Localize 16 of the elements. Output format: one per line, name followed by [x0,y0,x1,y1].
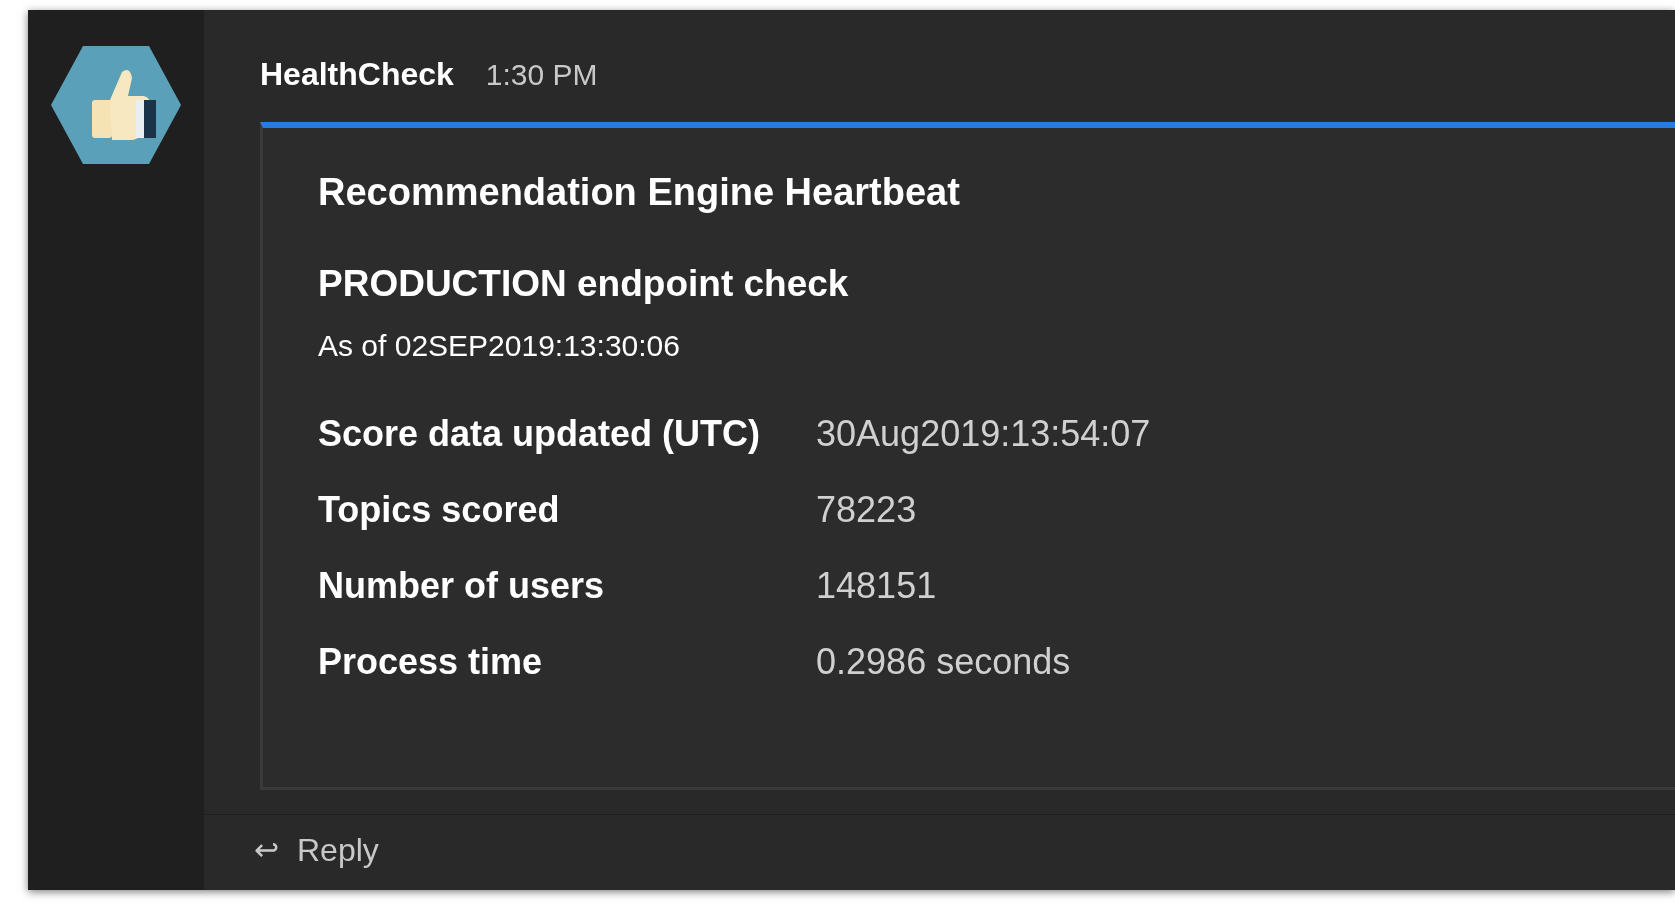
fact-value: 0.2986 seconds [816,642,1072,682]
fact-value: 78223 [816,490,918,530]
fact-value: 148151 [816,566,938,606]
sender-name: HealthCheck [260,55,454,94]
fact-label: Process time [318,642,544,682]
fact-label: Topics scored [318,490,561,530]
thumbs-up-avatar-icon [50,44,182,166]
message-time: 1:30 PM [485,57,598,93]
card-title: Recommendation Engine Heartbeat [318,170,961,215]
fact-label: Score data updated (UTC) [318,414,761,454]
reply-arrow-icon: ↩ [254,827,279,872]
as-of-timestamp: As of 02SEP2019:13:30:06 [318,328,681,364]
card-subtitle: PRODUCTION endpoint check [318,261,850,306]
fact-label: Number of users [318,566,606,606]
fact-value: 30Aug2019:13:54:07 [816,414,1152,454]
reply-button[interactable]: Reply [297,825,379,874]
